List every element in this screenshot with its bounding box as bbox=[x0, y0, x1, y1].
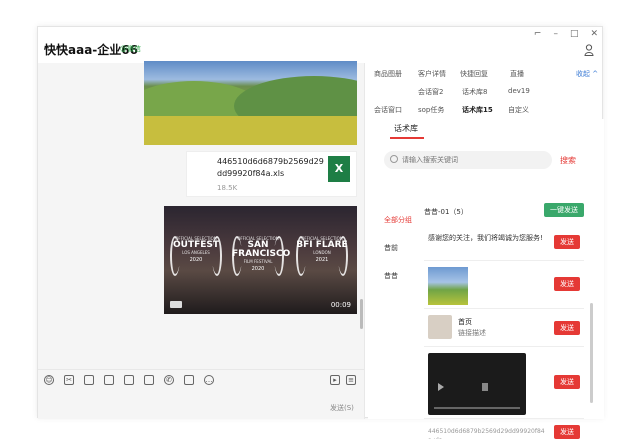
send-button[interactable]: 发送 bbox=[554, 235, 580, 249]
file-name: 446510d6d6879b2569d29dd99920f84a.xls bbox=[217, 157, 324, 178]
laurel-subtitle: LOS ANGELES bbox=[182, 250, 210, 255]
tab-script-library-8[interactable]: 话术库8 bbox=[462, 87, 487, 97]
chat-area: ↓ 446510d6d6879b2569d29dd99920f84a.xls 1… bbox=[38, 61, 364, 419]
send-button[interactable]: 发送 bbox=[554, 425, 580, 439]
subtab-indicator bbox=[390, 137, 424, 139]
phone-icon[interactable]: ✆ bbox=[164, 374, 174, 385]
tab-custom[interactable]: 自定义 bbox=[508, 105, 529, 115]
excel-file-icon: X bbox=[328, 156, 350, 182]
group-item[interactable]: 昔昔 bbox=[384, 271, 412, 299]
script-item-video: 发送 bbox=[424, 349, 584, 419]
link-description: 链接描述 bbox=[458, 329, 486, 337]
pane-divider bbox=[364, 63, 365, 419]
search-box bbox=[384, 151, 552, 169]
script-file-name: 446510d6d6879b2569d29dd99920f84a.xls bbox=[428, 428, 545, 439]
script-item-file: 446510d6d6879b2569d29dd99920f84a.xls 发送 bbox=[424, 421, 584, 439]
send-button[interactable]: 发送(S) bbox=[330, 403, 354, 413]
send-button[interactable]: 发送 bbox=[554, 321, 580, 335]
landscape-field bbox=[144, 116, 357, 145]
bookmark-icon[interactable] bbox=[184, 374, 194, 385]
image-icon[interactable] bbox=[84, 374, 94, 385]
laurel-caption: OFFICIAL SELECTION bbox=[301, 236, 343, 241]
more-icon[interactable]: … bbox=[204, 374, 214, 385]
minimize-icon[interactable]: – bbox=[553, 29, 558, 39]
person-icon[interactable] bbox=[584, 44, 594, 56]
window-controls: ⌐ – □ ✕ bbox=[534, 29, 598, 39]
send-button[interactable]: 发送 bbox=[554, 375, 580, 389]
subtab-script-library[interactable]: 话术库 bbox=[394, 123, 418, 134]
volume-icon[interactable] bbox=[482, 383, 488, 391]
laurel-caption: OFFICIAL SELECTION bbox=[175, 236, 217, 241]
emoji-icon[interactable]: ☺ bbox=[44, 374, 54, 385]
tab-product-album[interactable]: 商品图册 bbox=[374, 69, 402, 79]
tool-tabs: 商品图册 客户详情 快捷回复 直播 会话窗2 话术库8 dev19 会话窗口 s… bbox=[368, 63, 604, 119]
video-camera-icon bbox=[170, 301, 182, 308]
tab-script-library-15[interactable]: 话术库15 bbox=[462, 105, 493, 115]
calendar-icon[interactable] bbox=[124, 374, 134, 385]
tab-sop-task[interactable]: sop任务 bbox=[418, 105, 444, 115]
send-button[interactable]: 发送 bbox=[554, 277, 580, 291]
group-list: 全部分组 昔前 昔昔 bbox=[384, 215, 412, 299]
search-input[interactable] bbox=[402, 153, 542, 167]
play-icon[interactable] bbox=[438, 383, 444, 391]
laurel-award: OFFICIAL SELECTION SAN FRANCISCO FILM FE… bbox=[232, 236, 290, 280]
script-text: 感谢您的关注，我们将竭诚为您服务! bbox=[428, 234, 543, 242]
toolbar-right: ▸ ≡ bbox=[330, 375, 356, 385]
tab-live[interactable]: 直播 bbox=[510, 69, 524, 79]
laurel-award: OFFICIAL SELECTION OUTFEST LOS ANGELES 2… bbox=[170, 236, 222, 280]
document-icon[interactable] bbox=[104, 374, 114, 385]
pin-icon[interactable]: ⌐ bbox=[534, 29, 542, 39]
script-item-image: 发送 bbox=[424, 263, 584, 309]
script-image-thumbnail bbox=[428, 267, 468, 305]
tab-session-window-2[interactable]: 会话窗2 bbox=[418, 87, 443, 97]
video-progress-bar[interactable] bbox=[434, 407, 520, 409]
video-play-icon[interactable]: ▸ bbox=[330, 375, 340, 385]
tab-dev19[interactable]: dev19 bbox=[508, 87, 530, 95]
file-message[interactable]: 446510d6d6879b2569d29dd99920f84a.xls 18.… bbox=[186, 151, 357, 197]
scissors-icon[interactable]: ✂ bbox=[64, 374, 74, 385]
group-item[interactable]: 昔前 bbox=[384, 243, 412, 271]
laurel-subtitle: FILM FESTIVAL bbox=[243, 259, 273, 264]
app-window: 快快aaa-企业66 @微信 ⌐ – □ ✕ ↓ 446510d6d6879b2… bbox=[37, 26, 604, 439]
script-item-text: 感谢您的关注，我们将竭诚为您服务! 发送 bbox=[424, 229, 584, 261]
file-size: 18.5K bbox=[217, 184, 238, 192]
one-click-send-button[interactable]: 一键发送 bbox=[544, 203, 584, 217]
folder-icon[interactable] bbox=[144, 374, 154, 385]
laurel-award: OFFICIAL SELECTION BFI FLARE LONDON 2021 bbox=[296, 236, 348, 280]
script-group-header: 昔昔-01（5） bbox=[424, 208, 468, 216]
tab-customer-detail[interactable]: 客户详情 bbox=[418, 69, 446, 79]
link-thumbnail bbox=[428, 315, 452, 339]
script-library-panel: 话术库 搜索 全部分组 昔前 昔昔 昔昔-01（5） 一键发送 感谢您的关注，我… bbox=[368, 119, 604, 439]
video-message[interactable]: OFFICIAL SELECTION OUTFEST LOS ANGELES 2… bbox=[164, 206, 357, 314]
group-all[interactable]: 全部分组 bbox=[384, 215, 412, 243]
panel-scrollbar[interactable] bbox=[590, 303, 593, 403]
input-toolbar: ☺ ✂ ✆ … ▸ ≡ bbox=[38, 369, 364, 389]
search-icon bbox=[390, 155, 398, 163]
chat-scrollbar[interactable] bbox=[360, 299, 363, 329]
laurel-caption: OFFICIAL SELECTION bbox=[237, 236, 279, 241]
link-title: 首页 bbox=[458, 318, 472, 326]
script-item-link: 首页 链接描述 发送 bbox=[424, 311, 584, 347]
collapse-button[interactable]: 收起 ^ bbox=[576, 69, 598, 79]
wechat-badge: @微信 bbox=[120, 45, 141, 53]
close-icon[interactable]: ✕ bbox=[590, 29, 598, 39]
maximize-icon[interactable]: □ bbox=[570, 29, 579, 39]
video-duration: 00:09 bbox=[330, 301, 351, 309]
tab-session-window[interactable]: 会话窗口 bbox=[374, 105, 402, 115]
laurel-subtitle: LONDON bbox=[313, 250, 331, 255]
image-message[interactable] bbox=[144, 61, 357, 145]
search-button[interactable]: 搜索 bbox=[560, 155, 576, 166]
history-icon[interactable]: ≡ bbox=[346, 375, 356, 385]
video-thumbnail[interactable] bbox=[428, 353, 526, 415]
tab-quick-reply[interactable]: 快捷回复 bbox=[460, 69, 488, 79]
